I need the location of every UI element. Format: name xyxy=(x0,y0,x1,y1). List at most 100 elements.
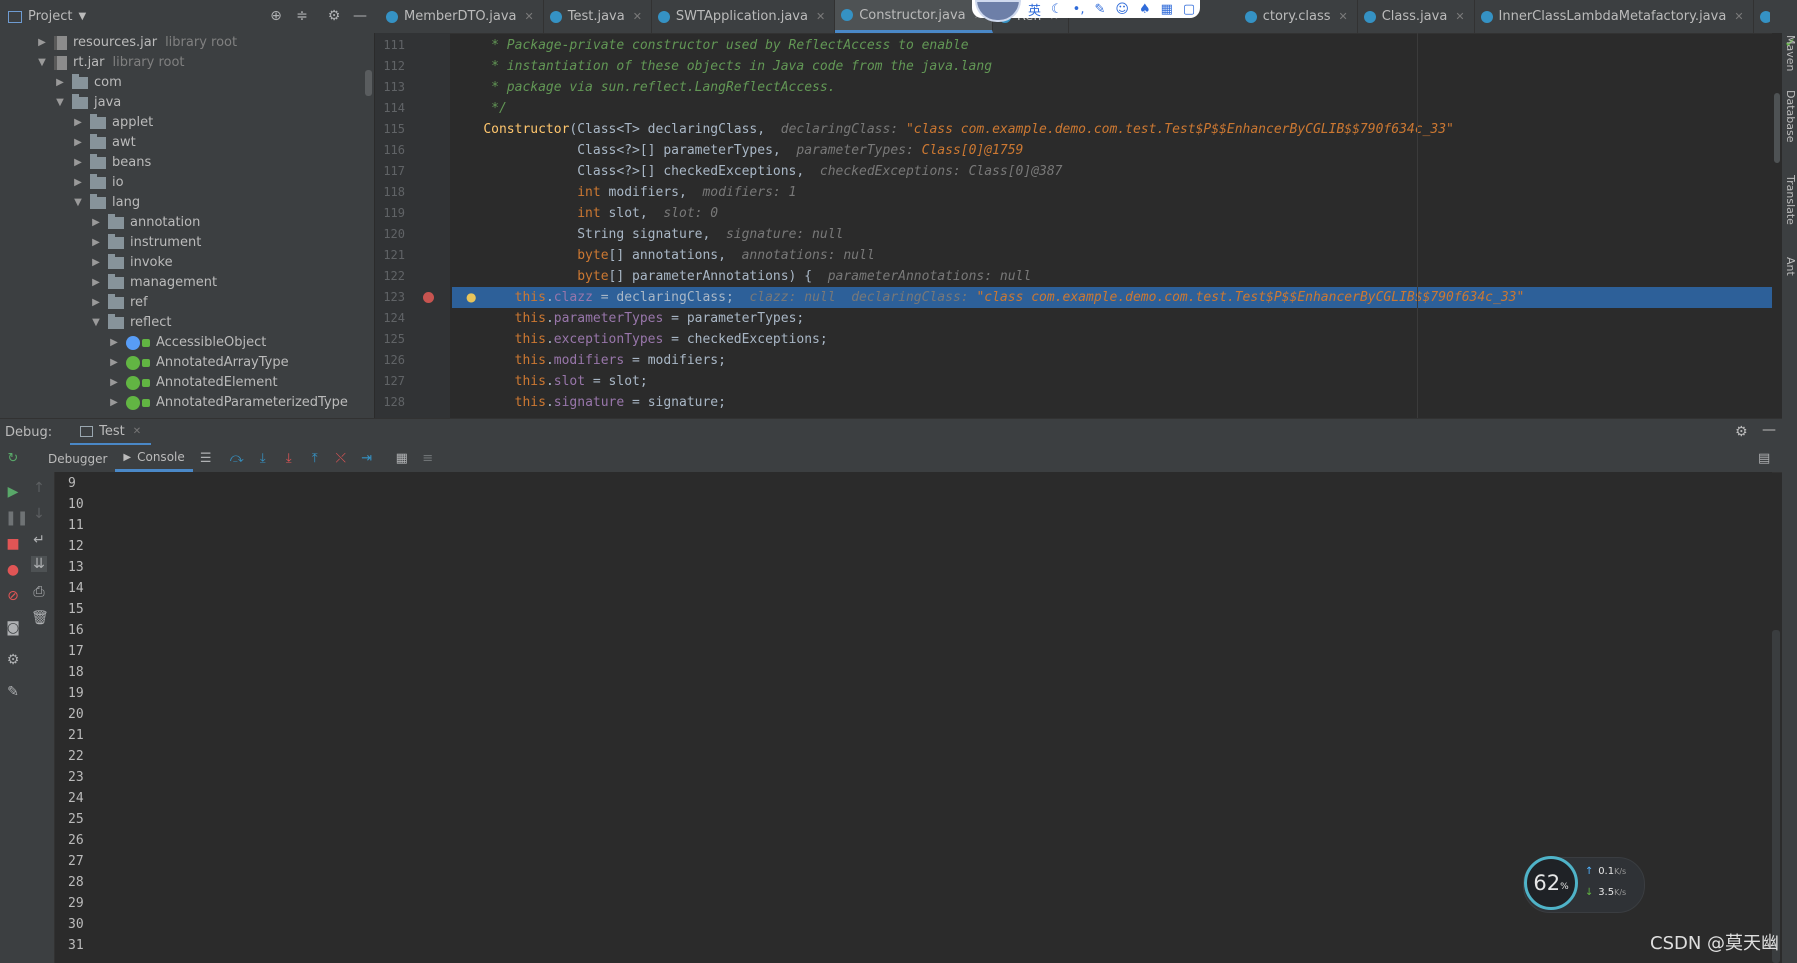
tab-console-label[interactable]: Console xyxy=(137,450,185,464)
tree-item[interactable]: ▶ awt xyxy=(72,133,136,153)
code-line[interactable]: byte[] annotations, annotations: null xyxy=(452,245,1782,266)
editor-tab[interactable]: MemberDTO.java ✕ xyxy=(380,0,544,33)
editor-tab-label[interactable]: ctory.class xyxy=(1263,9,1331,24)
down-arrow-icon[interactable]: ↓ xyxy=(31,506,47,522)
tree-item-label[interactable]: AnnotatedParameterizedType xyxy=(156,393,348,413)
code-text[interactable]: this.modifiers = modifiers; xyxy=(452,353,726,368)
project-panel-header[interactable]: Project ▼ ⊕ ≑ ⚙ — xyxy=(0,0,375,33)
lock-icon[interactable]: ▢ xyxy=(1183,2,1195,17)
breakpoint-icon[interactable] xyxy=(423,292,434,303)
close-icon[interactable]: ✕ xyxy=(633,10,642,23)
chevron-right-icon[interactable]: ▶ xyxy=(90,233,102,253)
tree-item-label[interactable]: management xyxy=(130,273,217,293)
tree-item[interactable]: ▼ rt.jar library root xyxy=(36,53,185,73)
code-line[interactable]: Class<?>[] checkedExceptions, checkedExc… xyxy=(452,161,1782,182)
tree-item-label[interactable]: AccessibleObject xyxy=(156,333,266,353)
tree-item-label[interactable]: awt xyxy=(112,133,136,153)
ime-language[interactable]: 英 xyxy=(1028,0,1041,19)
tree-item[interactable]: ▶ applet xyxy=(72,113,153,133)
tree-item-label[interactable]: AnnotatedArrayType xyxy=(156,353,289,373)
editor-tab-label[interactable]: Constructor.java xyxy=(859,8,965,23)
tree-item-label[interactable]: instrument xyxy=(130,233,201,253)
camera-icon[interactable]: ◙ xyxy=(5,620,21,636)
debug-session-tab[interactable]: Test ✕ xyxy=(70,419,152,446)
soft-wrap-icon[interactable]: ↵ xyxy=(31,532,47,548)
editor-tab[interactable]: SWTApplication.java ✕ xyxy=(652,0,836,33)
punctuation-icon[interactable]: •, xyxy=(1073,2,1085,17)
editor-tab-label[interactable]: Class.java xyxy=(1382,9,1448,24)
chevron-right-icon[interactable]: ▶ xyxy=(72,113,84,133)
scroll-to-end-icon[interactable]: ⇊ xyxy=(31,556,47,572)
chevron-right-icon[interactable]: ▶ xyxy=(90,273,102,293)
right-tool-maven[interactable]: Maven xyxy=(1784,35,1797,71)
code-text[interactable]: Constructor(Class<T> declaringClass, xyxy=(452,122,765,137)
code-text[interactable]: Class<?>[] parameterTypes, xyxy=(452,143,781,158)
settings-icon[interactable]: ⚙ xyxy=(5,652,21,668)
tree-item[interactable]: ▶ resources.jar library root xyxy=(36,33,237,53)
tree-item[interactable]: ▶ instrument xyxy=(90,233,201,253)
trash-icon[interactable]: 🗑 xyxy=(31,610,49,626)
chevron-down-icon[interactable]: ▼ xyxy=(72,193,84,213)
scroll-thumb[interactable] xyxy=(1774,93,1780,163)
minimize-icon[interactable]: — xyxy=(1762,422,1776,438)
close-icon[interactable]: ✕ xyxy=(525,10,534,23)
chevron-right-icon[interactable]: ▶ xyxy=(108,393,120,413)
tree-item-label[interactable]: resources.jar xyxy=(73,33,157,53)
editor-tab-label[interactable]: InnerClassLambdaMetafactory.java xyxy=(1499,9,1727,24)
editor-tab-label[interactable]: MemberDTO.java xyxy=(404,9,517,24)
tree-item[interactable]: ▶ AnnotatedElement xyxy=(108,373,278,393)
pause-icon[interactable]: ❚❚ xyxy=(5,510,28,526)
tree-item-label[interactable]: rt.jar xyxy=(73,53,105,73)
tree-item[interactable]: ▼ reflect xyxy=(90,313,172,333)
show-execution-point-icon[interactable]: ⤼ xyxy=(229,451,245,467)
chevron-right-icon[interactable]: ▶ xyxy=(90,293,102,313)
shirt-icon[interactable]: ♠ xyxy=(1139,2,1151,17)
code-line[interactable]: byte[] parameterAnnotations) { parameter… xyxy=(452,266,1782,287)
run-to-cursor-icon[interactable]: ⇥ xyxy=(359,451,375,467)
tree-item[interactable]: ▶ beans xyxy=(72,153,151,173)
tree-item-label[interactable]: ref xyxy=(130,293,148,313)
code-text[interactable]: this.signature = signature; xyxy=(452,395,726,410)
console-scrollbar[interactable] xyxy=(1772,630,1780,963)
code-text[interactable]: this.parameterTypes = parameterTypes; xyxy=(452,311,805,326)
step-out-icon[interactable]: ⤒ xyxy=(307,451,323,467)
chevron-right-icon[interactable]: ▶ xyxy=(36,33,48,53)
code-text[interactable]: String signature, xyxy=(452,227,710,242)
tree-item[interactable]: ▶ ref xyxy=(90,293,148,313)
code-text[interactable]: int slot, xyxy=(452,206,647,221)
code-line[interactable]: this.exceptionTypes = checkedExceptions; xyxy=(452,329,1782,350)
collapse-all-icon[interactable]: ≑ xyxy=(294,8,310,24)
tree-item[interactable]: ▶ com xyxy=(54,73,122,93)
stop-icon[interactable]: ■ xyxy=(5,536,21,552)
tab-debugger-label[interactable]: Debugger xyxy=(48,452,107,466)
rerun-icon[interactable]: ↻ xyxy=(5,451,21,467)
editor-tab[interactable]: ctory.class ✕ xyxy=(1239,0,1358,33)
wrench-icon[interactable]: ✎ xyxy=(1094,2,1105,17)
code-text[interactable]: byte[] parameterAnnotations) { xyxy=(452,269,812,284)
chevron-right-icon[interactable]: ▶ xyxy=(72,173,84,193)
tree-item[interactable]: ▶ annotation xyxy=(90,213,200,233)
evaluate-expression-icon[interactable]: ▦ xyxy=(394,451,410,467)
tree-item[interactable]: ▼ lang xyxy=(72,193,140,213)
trace-icon[interactable]: ≡ xyxy=(420,451,436,467)
editor-tab[interactable]: Class.java ✕ xyxy=(1358,0,1475,33)
locate-icon[interactable]: ⊕ xyxy=(268,8,284,24)
code-line[interactable]: int slot, slot: 0 xyxy=(452,203,1782,224)
menu-icon[interactable]: ☰ xyxy=(198,451,214,467)
debug-session-label[interactable]: Test xyxy=(99,424,125,439)
chevron-down-icon[interactable]: ▼ xyxy=(54,93,66,113)
lightbulb-icon[interactable]: ● xyxy=(466,287,476,308)
chevron-down-icon[interactable]: ▼ xyxy=(36,53,48,73)
view-breakpoints-icon[interactable]: ● xyxy=(5,562,21,578)
code-line[interactable]: String signature, signature: null xyxy=(452,224,1782,245)
code-text[interactable]: int modifiers, xyxy=(452,185,687,200)
resume-icon[interactable]: ▶ xyxy=(5,484,21,500)
tree-item-label[interactable]: annotation xyxy=(130,213,200,233)
code-text[interactable]: * instantiation of these objects in Java… xyxy=(452,59,992,74)
chevron-right-icon[interactable]: ▶ xyxy=(108,373,120,393)
step-over-icon[interactable]: ⤓ xyxy=(255,451,271,467)
code-text[interactable]: * package via sun.reflect.LangReflectAcc… xyxy=(452,80,835,95)
pin-icon[interactable]: ✎ xyxy=(5,684,21,700)
code-line[interactable]: * Package-private constructor used by Re… xyxy=(452,35,1782,56)
tree-item-label[interactable]: beans xyxy=(112,153,151,173)
